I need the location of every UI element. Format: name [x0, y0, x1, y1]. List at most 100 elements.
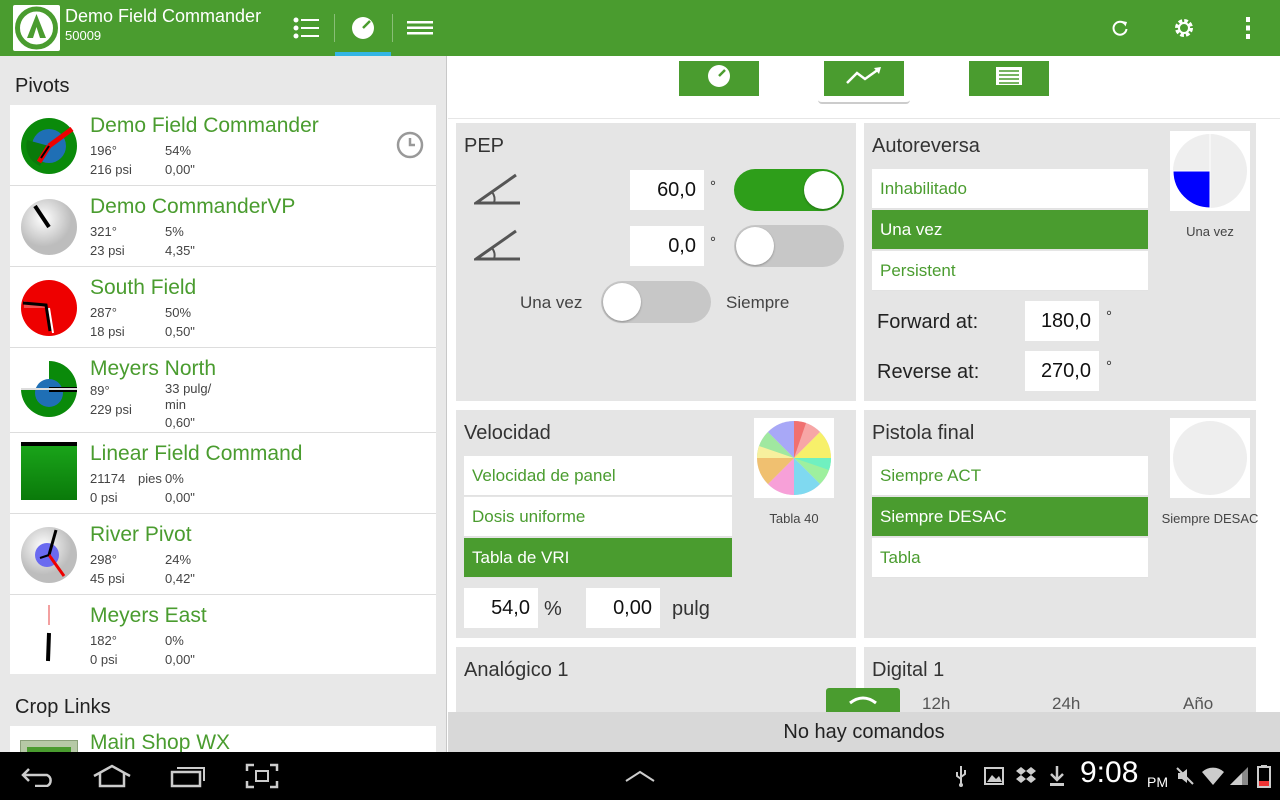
pivot-pressure: 0 psi [90, 490, 118, 505]
pivot-depth: 0,60" [165, 415, 195, 430]
speed-option-panel[interactable]: Velocidad de panel [464, 456, 732, 496]
recent-apps-icon[interactable] [166, 752, 210, 800]
clock-time: 9:08 [1080, 756, 1139, 789]
end-gun-option-always-off[interactable]: Siempre DESAC [872, 497, 1148, 537]
pep-angle-2-toggle[interactable] [734, 225, 844, 267]
end-gun-caption: Siempre DESAC [1161, 511, 1259, 526]
pivot-pressure: 18 psi [90, 324, 125, 339]
autoreverse-caption: Una vez [1186, 224, 1234, 239]
vri-table-preview-icon [754, 418, 834, 498]
refresh-icon[interactable] [1100, 0, 1140, 56]
speed-percent-input[interactable]: 54,0 [464, 588, 538, 628]
pivot-percent: 33 pulg/ min [165, 381, 212, 412]
end-gun-option-table[interactable]: Tabla [872, 538, 1148, 578]
crop-links-heading: Crop Links [15, 696, 111, 718]
pep-mode-toggle[interactable] [601, 281, 711, 323]
pivot-percent: 0% [165, 471, 184, 486]
autoreverse-option-once[interactable]: Una vez [872, 210, 1148, 250]
commands-status-bar: No hay comandos [448, 712, 1280, 752]
gallery-icon [982, 752, 1006, 800]
pivot-name: River Pivot [90, 523, 192, 546]
settings-icon[interactable] [1164, 0, 1204, 56]
end-gun-title: Pistola final [872, 422, 975, 444]
end-gun-option-always-on[interactable]: Siempre ACT [872, 456, 1148, 496]
pie-view-tab[interactable] [679, 61, 759, 96]
pep-angle-2-unit: ° [710, 234, 716, 251]
home-icon[interactable] [90, 752, 134, 800]
range-24h-tab[interactable]: 24h [1052, 694, 1080, 714]
pep-once-label: Una vez [520, 293, 583, 312]
pivot-item[interactable]: South Field 287° 50% 18 psi 0,50" [10, 267, 436, 348]
pivot-unit: pies [138, 471, 162, 486]
trend-view-tab[interactable] [824, 61, 904, 96]
pep-angle-1-unit: ° [710, 178, 716, 195]
usb-icon [950, 752, 972, 800]
speed-depth-input[interactable]: 0,00 [586, 588, 660, 628]
speed-option-uniform[interactable]: Dosis uniforme [464, 497, 732, 537]
pivot-item[interactable]: River Pivot 298° 24% 45 psi 0,42" [10, 514, 436, 595]
pivot-map-icon [21, 527, 77, 583]
pivot-pressure: 0 psi [90, 652, 118, 667]
crop-link-item[interactable]: Main Shop WX [10, 726, 436, 752]
chevron-up-icon [848, 692, 878, 710]
autoreverse-option-persistent[interactable]: Persistent [872, 251, 1148, 291]
battery-icon [1254, 752, 1274, 800]
end-gun-card: Pistola final Siempre ACT Siempre DESAC … [864, 410, 1258, 638]
digital-title: Digital 1 [872, 659, 945, 681]
pep-angle-1-toggle[interactable] [734, 169, 844, 211]
pivot-depth: 0,50" [165, 324, 195, 339]
overflow-icon[interactable] [1228, 0, 1268, 56]
pep-angle-1-input[interactable]: 60,0 [630, 170, 704, 210]
pivot-angle: 321° [90, 224, 117, 239]
speed-option-vri-table[interactable]: Tabla de VRI [464, 538, 732, 578]
pivot-name: Demo CommanderVP [90, 195, 296, 218]
sidebar: Pivots Demo Field Commander 196° 54% 216… [0, 56, 447, 752]
app-logo [13, 5, 60, 51]
speed-title: Velocidad [464, 422, 551, 444]
pivot-depth: 0,00" [165, 490, 195, 505]
crop-link-name: Main Shop WX [90, 731, 231, 752]
pivot-pressure: 229 psi [90, 402, 132, 417]
pivot-item[interactable]: Demo Field Commander 196° 54% 216 psi 0,… [10, 105, 436, 186]
back-icon[interactable] [18, 752, 58, 800]
pivot-angle: 196° [90, 143, 117, 158]
pivot-map-icon [46, 605, 51, 662]
autoreverse-option-disabled[interactable]: Inhabilitado [872, 169, 1148, 209]
forward-at-input[interactable]: 180,0 [1025, 301, 1099, 341]
detail-panel: PEP 60,0 ° 0,0 ° Una vez Siempre Autorev… [448, 56, 1280, 752]
pep-angle-2-input[interactable]: 0,0 [630, 226, 704, 266]
pivot-percent: 5% [165, 224, 184, 239]
table-view-tab[interactable] [969, 61, 1049, 96]
chevron-up-icon[interactable] [620, 752, 660, 800]
dropbox-icon [1014, 752, 1038, 800]
crop-link-thumb-icon [20, 740, 78, 752]
clock-ampm: PM [1147, 774, 1168, 790]
reverse-at-label: Reverse at: [877, 361, 980, 383]
screenshot-icon[interactable] [242, 752, 282, 800]
pivot-item[interactable]: Linear Field Command 21174 pies 0% 0 psi… [10, 433, 436, 514]
autoreverse-title: Autoreversa [872, 135, 980, 157]
expand-commands-handle[interactable] [826, 688, 900, 714]
pivot-map-icon [21, 199, 77, 255]
reverse-at-input[interactable]: 270,0 [1025, 351, 1099, 391]
wifi-icon [1200, 752, 1226, 800]
mute-icon [1174, 752, 1196, 800]
pivot-item[interactable]: Meyers North 89° 33 pulg/ min 229 psi 0,… [10, 348, 436, 433]
pivot-view-icon[interactable] [335, 0, 391, 56]
pivot-angle: 21174 [90, 471, 126, 486]
pivot-item[interactable]: Meyers East 182° 0% 0 psi 0,00" [10, 595, 436, 674]
pivot-pressure: 216 psi [90, 162, 132, 177]
pivot-pressure: 23 psi [90, 243, 125, 258]
pep-always-label: Siempre [726, 293, 790, 312]
pivot-map-icon [21, 361, 77, 417]
range-year-tab[interactable]: Año [1183, 694, 1213, 714]
list-icon[interactable] [284, 0, 328, 56]
trend-icon [845, 66, 883, 91]
pivot-item[interactable]: Demo CommanderVP 321° 5% 23 psi 4,35" [10, 186, 436, 267]
speed-card: Velocidad Velocidad de panel Dosis unifo… [456, 410, 856, 638]
angle-icon [471, 229, 522, 268]
table-icon [995, 66, 1023, 91]
menu-icon[interactable] [398, 0, 442, 56]
pie-icon [707, 64, 731, 93]
range-12h-tab[interactable]: 12h [922, 694, 950, 714]
